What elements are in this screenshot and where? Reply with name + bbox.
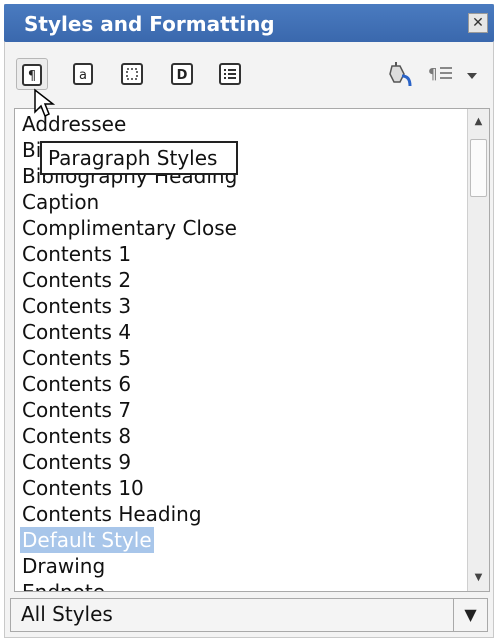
scroll-down-icon[interactable]: ▼	[468, 567, 489, 589]
list-item[interactable]: Contents 9	[22, 449, 131, 475]
scroll-thumb[interactable]	[470, 139, 487, 197]
paragraph-styles-tooltip: Paragraph Styles	[40, 141, 238, 175]
svg-text:a: a	[79, 68, 87, 83]
svg-text:¶: ¶	[428, 65, 438, 83]
list-styles-button[interactable]	[214, 58, 246, 90]
list-item[interactable]: Contents 10	[22, 475, 144, 501]
list-item[interactable]: Contents 4	[22, 319, 131, 345]
title-bar: Styles and Formatting ✕	[4, 4, 494, 42]
svg-text:D: D	[177, 68, 188, 83]
style-filter-value: All Styles	[21, 602, 113, 626]
page-icon: D	[171, 63, 193, 85]
list-item[interactable]: Caption	[22, 189, 99, 215]
list-item[interactable]: Contents 5	[22, 345, 131, 371]
paragraph-styles-button[interactable]: ¶	[16, 58, 48, 90]
paragraph-icon: ¶	[22, 64, 42, 86]
style-list[interactable]: AddresseeBibliography 1Bibliography Head…	[14, 108, 490, 592]
style-filter-dropdown[interactable]: All Styles ▼	[10, 598, 488, 632]
style-family-toolbar: ¶ a D ¶	[10, 54, 488, 94]
dropdown-arrow-icon[interactable]	[466, 66, 478, 85]
list-item[interactable]: Contents 2	[22, 267, 131, 293]
frame-styles-button[interactable]	[116, 58, 148, 90]
list-item[interactable]: Contents 8	[22, 423, 131, 449]
new-style-icon[interactable]: ¶	[428, 62, 456, 88]
close-button[interactable]: ✕	[468, 13, 488, 33]
list-item[interactable]: Endnote	[22, 579, 105, 591]
mouse-pointer-icon	[34, 88, 55, 118]
list-item[interactable]: Contents 3	[22, 293, 131, 319]
frame-icon	[121, 63, 143, 85]
svg-text:¶: ¶	[28, 69, 36, 84]
list-item[interactable]: Contents Heading	[22, 501, 202, 527]
list-item[interactable]: Contents 6	[22, 371, 131, 397]
list-item[interactable]: Complimentary Close	[22, 215, 237, 241]
list-icon	[219, 63, 241, 85]
list-item[interactable]: Contents 1	[22, 241, 131, 267]
list-item[interactable]: Contents 7	[22, 397, 131, 423]
window-title: Styles and Formatting	[24, 12, 275, 36]
character-styles-button[interactable]: a	[68, 58, 100, 90]
fill-format-mode-icon[interactable]	[386, 62, 414, 92]
scroll-up-icon[interactable]: ▲	[468, 111, 489, 133]
page-styles-button[interactable]: D	[166, 58, 198, 90]
vertical-scrollbar[interactable]: ▲ ▼	[467, 109, 489, 591]
character-icon: a	[73, 63, 93, 85]
chevron-down-icon[interactable]: ▼	[453, 599, 487, 631]
list-item-selected[interactable]: Default Style	[20, 527, 154, 553]
list-item[interactable]: Drawing	[22, 553, 105, 579]
